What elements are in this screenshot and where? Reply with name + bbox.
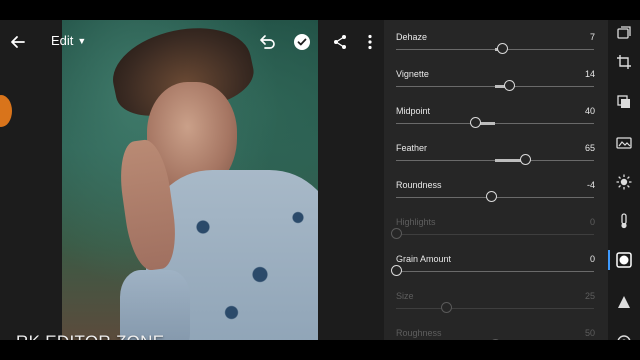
slider-thumb[interactable] [520, 154, 531, 165]
more-button[interactable] [360, 30, 380, 54]
slider-value: 65 [584, 143, 595, 153]
share-button[interactable] [328, 30, 352, 54]
slider-value: -4 [586, 180, 595, 190]
share-icon [334, 35, 346, 49]
tool-button-presets[interactable] [608, 20, 640, 44]
back-button[interactable] [6, 30, 30, 54]
edited-photo [62, 20, 318, 340]
slider-thumb[interactable] [470, 117, 481, 128]
tool-button-profiles[interactable] [608, 90, 640, 114]
auto-icon [616, 135, 632, 151]
edit-mode-label: Edit [51, 33, 74, 48]
slider-value: 0 [589, 254, 595, 264]
slider-label: Feather [396, 143, 428, 153]
slider-label: Grain Amount [396, 254, 452, 264]
slider-track[interactable] [391, 228, 594, 239]
slider-value: 50 [584, 328, 595, 338]
slider-track[interactable] [396, 154, 594, 165]
tool-button-auto[interactable] [608, 131, 640, 155]
slider-value: 0 [589, 217, 595, 227]
slider-thumb[interactable] [391, 228, 402, 239]
effects-icon [616, 252, 632, 268]
detail-icon [616, 294, 632, 310]
profiles-icon [616, 94, 632, 110]
adjustments-panel: Dehaze 7 Vignette 14 Midpoint 40 Feather 65 Roun… [384, 20, 608, 340]
color-temperature-icon [616, 213, 632, 229]
slider-thumb[interactable] [441, 302, 452, 313]
slider-label: Size [396, 291, 414, 301]
caret-down-icon: ▼ [77, 35, 87, 46]
slider-value: 40 [584, 106, 595, 116]
presets-icon [616, 24, 632, 40]
crop-icon [616, 54, 632, 70]
slider-track[interactable] [396, 117, 594, 128]
more-vertical-icon [368, 34, 372, 50]
slider-track[interactable] [396, 302, 594, 313]
slider-label: Roundness [396, 180, 442, 190]
checkmark-circle-icon [294, 34, 310, 50]
slider-label: Midpoint [396, 106, 431, 116]
slider-track[interactable] [396, 43, 594, 54]
edit-mode-dropdown[interactable]: Edit ▼ [51, 33, 86, 48]
slider-value: 7 [589, 32, 595, 42]
tool-strip [608, 20, 640, 349]
slider-thumb[interactable] [504, 80, 515, 91]
slider-thumb[interactable] [486, 191, 497, 202]
slider-track[interactable] [391, 265, 594, 276]
tool-button-detail[interactable] [608, 290, 640, 314]
slider-thumb[interactable] [391, 265, 402, 276]
slider-label: Highlights [396, 217, 436, 227]
undo-button[interactable] [255, 30, 279, 54]
letterbox-top [0, 0, 640, 20]
slider-value: 25 [584, 291, 595, 301]
tool-button-crop[interactable] [608, 50, 640, 74]
arrow-left-icon [11, 36, 25, 48]
tool-button-light[interactable] [608, 170, 640, 194]
slider-label: Vignette [396, 69, 429, 79]
slider-value: 14 [584, 69, 595, 79]
slider-track[interactable] [396, 80, 594, 91]
slider-track[interactable] [396, 191, 594, 202]
light-icon [616, 174, 632, 190]
tool-button-color-temperature[interactable] [608, 209, 640, 233]
letterbox-bottom [0, 340, 640, 360]
done-button[interactable] [290, 30, 314, 54]
undo-icon [260, 35, 275, 49]
tool-button-effects[interactable] [608, 248, 640, 272]
slider-label: Roughness [396, 328, 442, 338]
photo-sleeve [120, 270, 190, 340]
slider-label: Dehaze [396, 32, 428, 42]
slider-thumb[interactable] [497, 43, 508, 54]
